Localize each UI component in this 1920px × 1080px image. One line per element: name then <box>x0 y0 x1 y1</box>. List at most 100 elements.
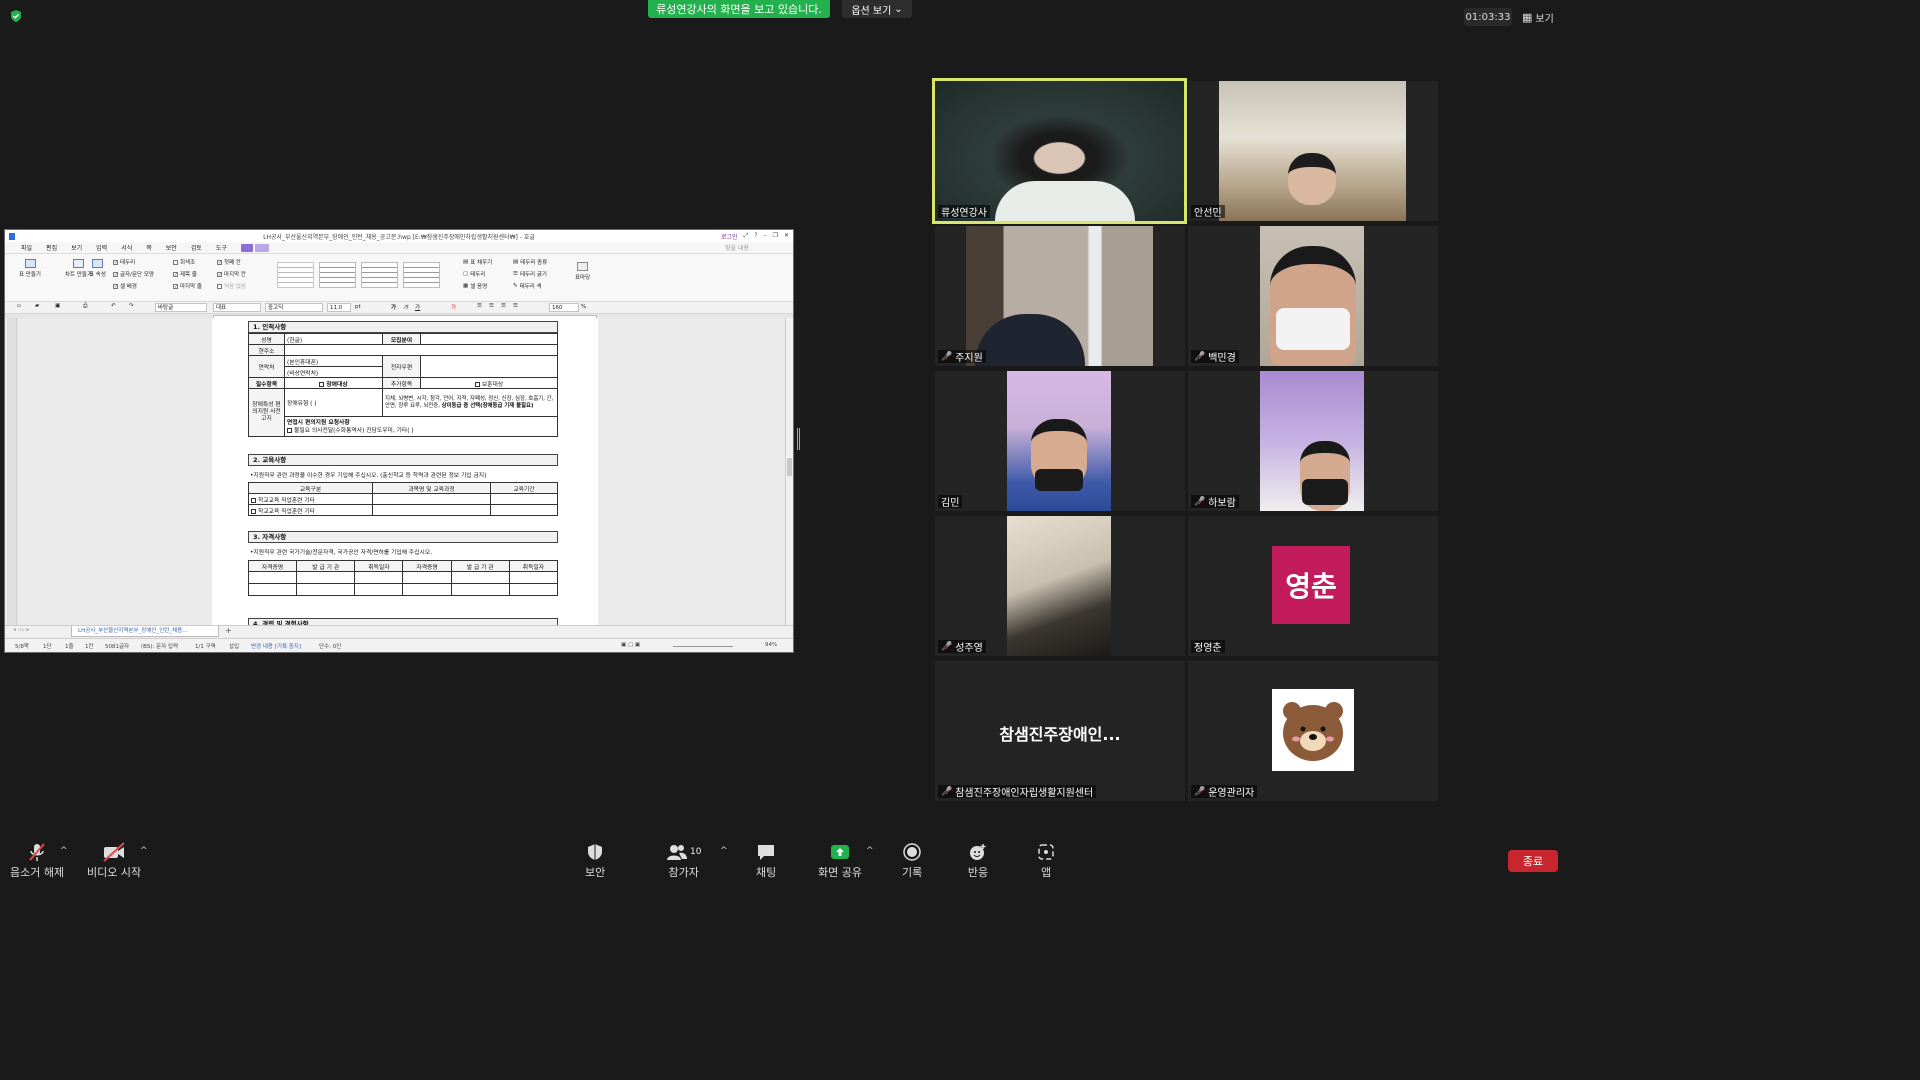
record-button[interactable]: 기록 <box>902 842 922 880</box>
menu-view[interactable]: 보기 <box>71 243 82 252</box>
edu-checkbox[interactable] <box>251 508 256 514</box>
menu-insert[interactable]: 입력 <box>96 243 107 252</box>
menu-review[interactable]: 검토 <box>191 243 202 252</box>
participants-button[interactable]: 10 참가자 <box>666 842 701 880</box>
chart-make-button[interactable]: 차트 만들기 <box>65 259 92 278</box>
table-style-3[interactable] <box>361 262 398 288</box>
align-center-icon[interactable]: ☰ <box>489 303 494 309</box>
border-width-button[interactable]: ☰ 테두리 굵기 <box>513 270 547 278</box>
menu-file[interactable]: 파일 <box>21 243 32 252</box>
security-button[interactable]: 보안 <box>585 842 605 880</box>
apps-button[interactable]: 앱 <box>1036 842 1056 880</box>
document-page[interactable]: 1. 인적사항 성명 (한글) 모집분야 현주소 연락처 (본인휴대폰) 전자우편 (비… <box>212 318 598 626</box>
help-icon[interactable]: ? <box>754 232 757 241</box>
font-select[interactable]: 중고딕 <box>265 303 323 312</box>
scroll-thumb[interactable] <box>787 458 792 476</box>
check-char-para[interactable]: ✓ 글자/문단 모양 <box>113 270 154 278</box>
participant-tile[interactable]: 참샘진주장애인... 🎤̸ 참샘진주장애인자립생활지원센터 <box>935 661 1185 801</box>
chat-button[interactable]: 채팅 <box>756 842 776 880</box>
hwp-document-area[interactable]: 1. 인적사항 성명 (한글) 모집분야 현주소 연락처 (본인휴대폰) 전자우편 (비… <box>5 318 793 626</box>
redo-icon[interactable]: ↷ <box>129 303 134 309</box>
share-screen-button[interactable]: 화면 공유 <box>818 842 862 880</box>
menu-page[interactable]: 쪽 <box>146 243 152 252</box>
font-size-input[interactable]: 11.0 <box>327 303 351 312</box>
menu-table-design-tab[interactable] <box>254 243 269 252</box>
participant-tile[interactable]: 🎤̸ 백민경 <box>1188 226 1438 366</box>
table-roll-button[interactable]: 표마당 <box>575 262 590 281</box>
vertical-scrollbar[interactable] <box>785 318 793 625</box>
participants-caret-icon[interactable]: ^ <box>720 846 728 856</box>
font-color-icon[interactable]: 가 <box>451 303 456 311</box>
interview-checkbox[interactable] <box>287 427 292 433</box>
view-button[interactable]: ▦ 보기 <box>1522 8 1554 26</box>
align-justify-icon[interactable]: ☰ <box>513 303 518 309</box>
check-first-col[interactable]: ✓ 첫째 칸 <box>217 258 241 266</box>
status-track[interactable]: 변경 내용 [기록 중지] <box>251 642 301 650</box>
open-folder-icon[interactable]: ▰ <box>35 303 39 309</box>
document-tab[interactable]: LH공사_부산울산지역본부_장애인_인턴_채용... <box>71 626 219 637</box>
align-left-icon[interactable]: ☰ <box>477 303 482 309</box>
status-insert[interactable]: 삽입 <box>229 642 239 650</box>
hwp-login-link[interactable]: 로그인 <box>721 232 738 241</box>
print-icon[interactable]: ⎙ <box>83 303 87 310</box>
participant-tile[interactable]: 🎤̸ 주지원 <box>935 226 1185 366</box>
menu-security[interactable]: 보안 <box>166 243 177 252</box>
hwp-find-box[interactable]: 찾을 내용 <box>725 243 749 252</box>
check-last-col[interactable]: ✓ 마지막 칸 <box>217 270 246 278</box>
disabled-target-checkbox[interactable] <box>319 381 325 387</box>
restore-icon[interactable]: ❐ <box>773 232 778 241</box>
style-select[interactable]: 바탕글 <box>155 303 207 312</box>
check-border[interactable]: ✓ 테두리 <box>113 258 135 266</box>
underline-icon[interactable]: 가 <box>415 303 420 311</box>
participant-tile[interactable]: 영춘 정영춘 <box>1188 516 1438 656</box>
undo-icon[interactable]: ↶ <box>111 303 116 309</box>
save-icon[interactable]: ▣ <box>55 303 60 309</box>
minimize-icon[interactable]: – <box>764 232 767 241</box>
check-none[interactable]: 처음 없음 <box>217 282 246 290</box>
participant-tile[interactable]: 안선민 <box>1188 81 1438 221</box>
add-tab-icon[interactable]: + <box>225 627 232 635</box>
border-type-button[interactable]: ▤ 테두리 종류 <box>513 258 547 266</box>
cell-shade-button[interactable]: ▦ 셀 음영 <box>463 282 487 290</box>
para-select[interactable]: 대표 <box>213 303 261 312</box>
check-cell-bg[interactable]: ✓ 셀 배경 <box>113 282 137 290</box>
participant-tile[interactable]: 류성연강사 <box>932 78 1187 224</box>
shared-screen-hwp-window[interactable]: LH공사_부산울산지역본부_장애인_인턴_채용_공고문.hwp [E:₩참샘진주… <box>4 229 794 653</box>
table-style-4[interactable] <box>403 262 440 288</box>
share-options-caret-icon[interactable]: ^ <box>866 846 874 856</box>
veteran-checkbox[interactable] <box>474 381 480 387</box>
participant-tile[interactable]: 🎤̸ 하보람 <box>1188 371 1438 511</box>
participant-tile[interactable]: 김민 <box>935 371 1185 511</box>
menu-table-tab[interactable] <box>240 243 253 252</box>
edu-checkbox[interactable] <box>251 497 256 503</box>
new-doc-icon[interactable]: ▫ <box>17 303 21 309</box>
zoom-slider[interactable] <box>673 646 733 647</box>
table-style-2[interactable] <box>319 262 356 288</box>
border-button[interactable]: ▢ 테두리 <box>463 270 485 278</box>
fullscreen-icon[interactable]: ⤢ <box>744 232 749 241</box>
table-style-1[interactable] <box>277 262 314 288</box>
italic-icon[interactable]: 가 <box>403 303 408 311</box>
view-options-button[interactable]: 옵션 보기 ⌄ <box>842 0 912 18</box>
view-mode-icons[interactable]: ▣ ▢ ▣ <box>621 642 640 648</box>
close-icon[interactable]: ✕ <box>784 232 789 241</box>
video-options-caret-icon[interactable]: ^ <box>140 846 148 856</box>
tab-nav-icons[interactable]: ◂ ◃ ▹ ▸ <box>13 627 29 633</box>
end-meeting-button[interactable]: 종료 <box>1508 850 1558 872</box>
mic-options-caret-icon[interactable]: ^ <box>60 846 68 856</box>
unmute-button[interactable]: 음소거 해제 <box>10 842 64 880</box>
menu-format[interactable]: 서식 <box>121 243 132 252</box>
menu-tools[interactable]: 도구 <box>216 243 227 252</box>
participant-tile[interactable]: 🎤̸ 운영관리자 <box>1188 661 1438 801</box>
zoom-input[interactable]: 160 <box>549 303 579 312</box>
start-video-button[interactable]: 비디오 시작 <box>87 842 141 880</box>
reactions-button[interactable]: 반응 <box>967 842 989 880</box>
check-title-row[interactable]: ✓ 제목 줄 <box>173 270 197 278</box>
border-color-button[interactable]: ✎ 테두리 색 <box>513 282 542 290</box>
table-make-button[interactable]: 표 만들기 <box>19 259 41 278</box>
bold-icon[interactable]: 가 <box>391 303 396 311</box>
security-shield-icon[interactable] <box>9 9 23 23</box>
table-prop-button[interactable]: 표 속성 <box>89 259 106 278</box>
align-right-icon[interactable]: ☰ <box>501 303 506 309</box>
table-fill-button[interactable]: ▤ 표 채우기 <box>463 258 492 266</box>
